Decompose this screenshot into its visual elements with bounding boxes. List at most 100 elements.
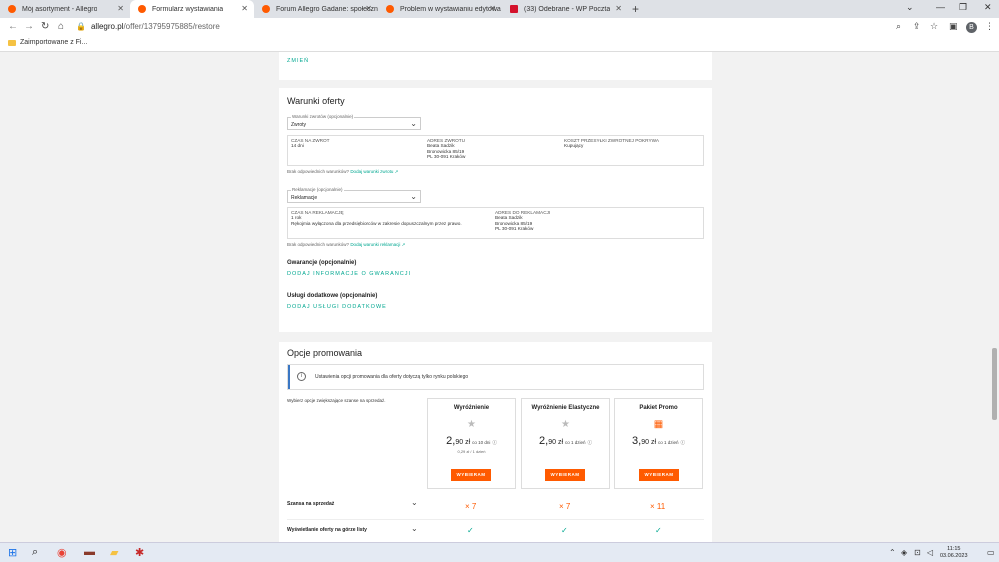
chevron-down-icon[interactable]: ⌄ [411, 498, 418, 507]
bookmarks-bar: Zaimportowane z Fi... [0, 36, 999, 52]
windows-start-icon[interactable]: ⊞ [8, 546, 17, 559]
complaint-address-col: ADRES DO REKLAMACJI Beata Sadzik Bronowi… [495, 210, 550, 232]
file-explorer-icon[interactable]: ▰ [110, 546, 118, 559]
price-currency: zł [465, 439, 471, 446]
maximize-icon[interactable]: ❐ [959, 2, 967, 13]
section-title: Warunki oferty [287, 96, 345, 106]
return-cost-col: KOSZT PRZESYŁKI ZWROTNEJ POKRYWA Kupując… [564, 138, 659, 149]
url-field[interactable]: 🔒 allegro.pl/offer/13795975885/restore [76, 22, 220, 31]
package-card-pakiet-promo: Pakiet Promo ▦ 3,90 zł co 1 dzień ⓘ WYBI… [614, 398, 703, 489]
services-title: Usługi dodatkowe (opcjonalnie) [287, 293, 378, 299]
complaints-select[interactable]: Reklamacje (opcjonalnie) Reklamacje ⌄ [287, 187, 421, 203]
chrome-icon[interactable]: ◉ [57, 546, 67, 559]
notifications-icon[interactable]: ▭ [987, 548, 995, 557]
bookmark-imported[interactable]: Zaimportowane z Fi... [8, 39, 87, 46]
add-returns-link[interactable]: Dodaj warunki zwrotu ↗ [350, 169, 398, 174]
help-icon[interactable]: ⓘ [492, 440, 497, 445]
select-value: Reklamacje [291, 195, 318, 201]
choose-wyroznienie-button[interactable]: WYBIERAM [451, 469, 491, 481]
close-tab-icon[interactable]: ✕ [365, 4, 372, 13]
return-time-col: CZAS NA ZWROT 14 dni [291, 138, 330, 149]
minimize-icon[interactable]: — [936, 2, 945, 12]
package-card-wyroznienie-elastyczne: Wyróżnienie Elastyczne ★ 2,90 zł co 1 dz… [521, 398, 610, 489]
back-icon[interactable]: ← [8, 21, 18, 32]
allegro-favicon-icon [8, 5, 16, 13]
col-value: PL 30-091 Kraków [495, 226, 534, 232]
add-complaints-link[interactable]: Dodaj warunki reklamacji ↗ [350, 242, 405, 247]
feature-row-label: Szansa na sprzedaż [287, 501, 335, 507]
app-icon[interactable]: ✱ [135, 546, 144, 559]
select-value: Zwroty [291, 122, 306, 128]
feature-value: × 11 [650, 502, 666, 511]
tab-formularz-wystawiania[interactable]: Formularz wystawiania ✕ [130, 0, 254, 18]
tab-problem-wystawianie[interactable]: Problem w wystawianiu edytowa ✕ [378, 0, 502, 18]
chevron-down-icon[interactable]: ⌄ [411, 524, 418, 533]
feature-value: × 7 [559, 502, 571, 511]
add-warranty-link[interactable]: DODAJ INFORMACJE O GWARANCJI [287, 271, 411, 277]
bookmark-label: Zaimportowane z Fi... [20, 39, 88, 46]
choose-wyroznienie-elastyczne-button[interactable]: WYBIERAM [545, 469, 585, 481]
feature-row-label: Wyświetlanie oferty na górze listy [287, 527, 367, 533]
return-address-col: ADRES ZWROTU Beata Sadzik Bronowicka 85/… [427, 138, 465, 160]
price-dec: 90 [455, 439, 464, 446]
choose-pakiet-promo-button[interactable]: WYBIERAM [639, 469, 679, 481]
add-services-link[interactable]: DODAJ USŁUGI DODATKOWE [287, 304, 387, 310]
taskbar-clock[interactable]: 11:15 03.06.2023 [940, 546, 968, 560]
tab-label: (33) Odebrane - WP Poczta [524, 5, 611, 13]
menu-icon[interactable]: ⋮ [985, 21, 994, 32]
forward-icon[interactable]: → [24, 21, 34, 32]
star-bookmark-icon[interactable]: ☆ [930, 21, 938, 32]
package-price: 3,90 zł co 1 dzień ⓘ [615, 435, 702, 447]
close-tab-icon[interactable]: ✕ [117, 4, 124, 13]
tab-search-icon[interactable]: ⌄ [906, 2, 914, 13]
app-icon[interactable]: ▬ [84, 546, 95, 558]
allegro-favicon-icon [386, 5, 394, 13]
close-tab-icon[interactable]: ✕ [489, 4, 496, 13]
complaints-details: CZAS NA REKLAMACJĘ 1 rok Rękojmia wyłącz… [287, 207, 704, 239]
check-icon: ✓ [467, 526, 474, 535]
info-icon: i [297, 372, 306, 381]
folder-icon [8, 39, 16, 46]
star-icon: ★ [467, 419, 476, 430]
close-tab-icon[interactable]: ✕ [615, 4, 622, 13]
clock-time: 11:15 [947, 546, 961, 552]
package-price: 2,90 zł co 1 dzień ⓘ [522, 435, 609, 447]
scrollbar-thumb[interactable] [992, 348, 997, 420]
complaints-note: Brak odpowiednich warunków? Dodaj warunk… [287, 242, 405, 248]
star-icon: ★ [561, 419, 570, 430]
help-icon[interactable]: ⓘ [587, 440, 592, 445]
avatar[interactable]: B [966, 22, 977, 33]
search-icon[interactable]: ⌕ [896, 21, 901, 32]
offer-conditions-card: Warunki oferty Warunki zwrotów (opcjonal… [279, 88, 712, 332]
reload-icon[interactable]: ↻ [41, 21, 49, 32]
price-int: 3, [632, 435, 642, 447]
col-value: PL 30-091 Kraków [427, 154, 466, 160]
search-icon[interactable]: ⌕ [32, 546, 38, 559]
feature-value: × 7 [465, 502, 477, 511]
package-sub: 0,29 zł / 1 dzień [457, 449, 486, 454]
share-icon[interactable]: ⇪ [913, 21, 921, 32]
wp-favicon-icon [510, 5, 518, 13]
close-tab-icon[interactable]: ✕ [241, 4, 248, 13]
new-tab-icon[interactable]: + [632, 2, 639, 16]
returns-select[interactable]: Warunki zwrotów (opcjonalnie) Zwroty ⌄ [287, 114, 421, 130]
tab-label: Formularz wystawiania [152, 5, 224, 13]
price-period: co 1 dzień [657, 440, 679, 445]
note-text: Brak odpowiednich warunków? [287, 169, 350, 174]
select-label: Reklamacje (opcjonalnie) [291, 187, 344, 192]
price-int: 2, [539, 435, 549, 447]
tray-chevron-icon[interactable]: ⌃ [889, 548, 896, 557]
note-text: Brak odpowiednich warunków? [287, 242, 350, 247]
side-panel-icon[interactable]: ▣ [949, 21, 958, 32]
page-scrollbar[interactable] [990, 52, 999, 542]
change-link[interactable]: ZMIEŃ [287, 58, 309, 64]
help-icon[interactable]: ⓘ [680, 440, 685, 445]
tab-wp-poczta[interactable]: (33) Odebrane - WP Poczta ✕ [502, 0, 628, 18]
vpn-icon[interactable]: ◈ [901, 548, 907, 557]
volume-icon[interactable]: ◁ [927, 548, 933, 557]
close-window-icon[interactable]: ✕ [984, 2, 992, 13]
tab-forum-allegro[interactable]: Forum Allegro Gadane: społeczn ✕ [254, 0, 378, 18]
network-icon[interactable]: ⊡ [914, 548, 921, 557]
tab-moj-asortyment[interactable]: Mój asortyment - Allegro ✕ [0, 0, 130, 18]
home-icon[interactable]: ⌂ [58, 21, 64, 32]
